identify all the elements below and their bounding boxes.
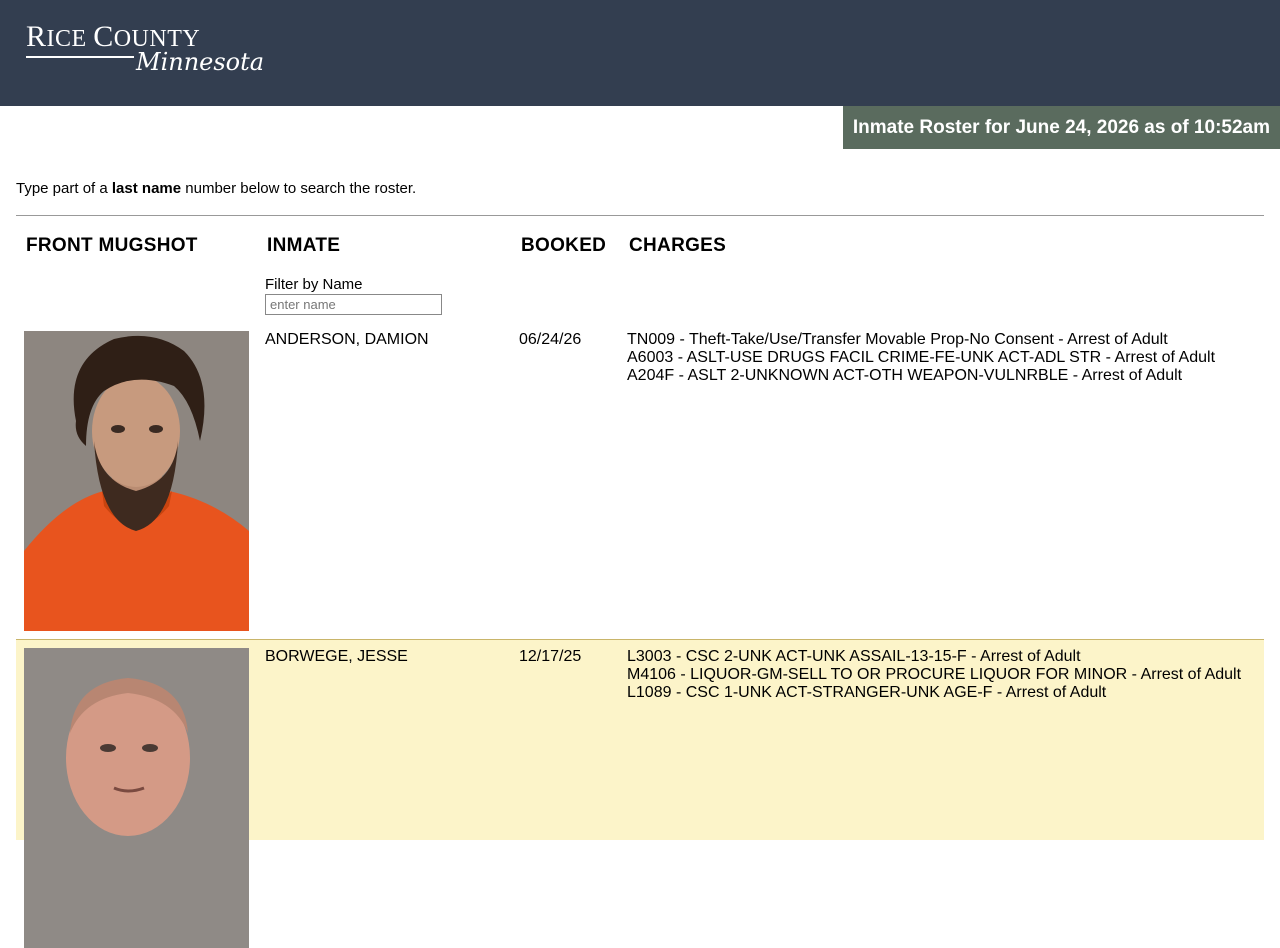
logo-subtitle: Minnesota (136, 48, 265, 76)
column-header-charges: CHARGES (629, 235, 727, 256)
mugshot-photo[interactable] (24, 648, 249, 948)
charge-item: A204F - ASLT 2-UNKNOWN ACT-OTH WEAPON-VU… (627, 367, 1183, 384)
booked-date: 12/17/25 (519, 648, 582, 665)
inmate-name[interactable]: BORWEGE, JESSE (265, 648, 408, 666)
site-header: RICE COUNTY Minnesota (0, 0, 1280, 106)
mugshot-photo[interactable] (24, 331, 249, 631)
charge-item: TN009 - Theft-Take/Use/Transfer Movable … (627, 331, 1168, 348)
logo-rule (26, 56, 134, 58)
inmate-row: ANDERSON, DAMION 06/24/26 TN009 - Theft-… (16, 323, 1264, 639)
charges-list: L3003 - CSC 2-UNK ACT-UNK ASSAIL-13-15-F… (627, 648, 1257, 702)
inmate-row: BORWEGE, JESSE 12/17/25 L3003 - CSC 2-UN… (16, 639, 1264, 948)
charge-item: L3003 - CSC 2-UNK ACT-UNK ASSAIL-13-15-F… (627, 648, 1081, 665)
name-filter-input[interactable] (265, 294, 442, 315)
charges-list: TN009 - Theft-Take/Use/Transfer Movable … (627, 331, 1257, 385)
charge-item: L1089 - CSC 1-UNK ACT-STRANGER-UNK AGE-F… (627, 684, 1107, 701)
charge-item: A6003 - ASLT-USE DRUGS FACIL CRIME-FE-UN… (627, 349, 1216, 366)
column-header-booked: BOOKED (521, 235, 607, 256)
filter-label: Filter by Name (265, 276, 363, 293)
inmate-name[interactable]: ANDERSON, DAMION (265, 331, 429, 349)
roster-banner: Inmate Roster for June 24, 2026 as of 10… (842, 106, 1280, 149)
rice-county-logo[interactable]: RICE COUNTY Minnesota (26, 20, 264, 80)
booked-date: 06/24/26 (519, 331, 582, 348)
column-header-mugshot: FRONT MUGSHOT (26, 235, 198, 256)
column-header-inmate: INMATE (267, 235, 341, 256)
charge-item: M4106 - LIQUOR-GM-SELL TO OR PROCURE LIQ… (627, 666, 1242, 683)
divider (16, 215, 1264, 216)
search-instructions: Type part of a last name number below to… (16, 180, 417, 197)
